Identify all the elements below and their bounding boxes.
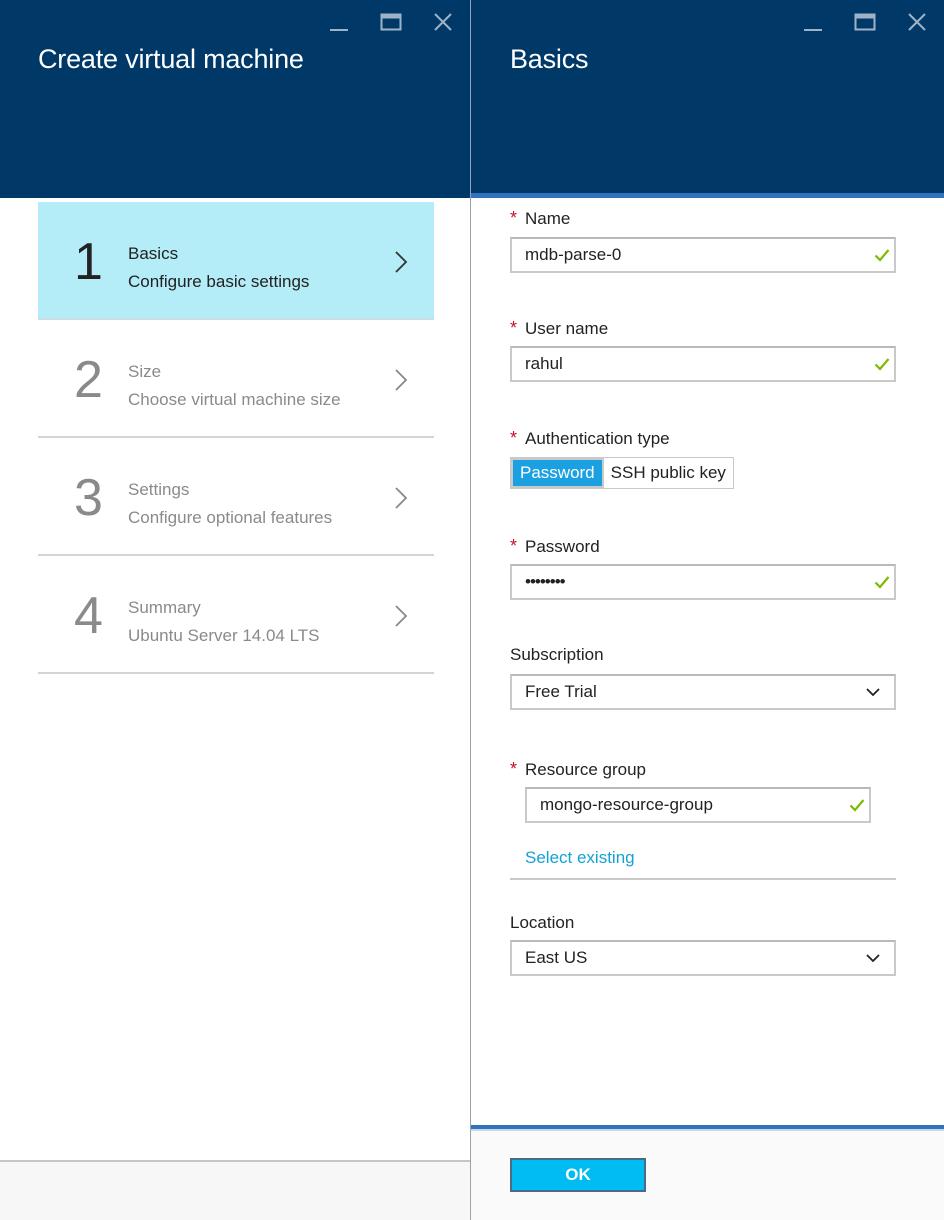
left-blade-header: Create virtual machine (0, 0, 470, 198)
required-marker: * (510, 536, 518, 556)
subscription-dropdown[interactable]: Free Trial (510, 674, 896, 710)
step-size[interactable]: 2 Size Choose virtual machine size (38, 320, 434, 438)
password-label: * Password (510, 536, 600, 557)
step-number: 4 (74, 587, 103, 645)
subscription-label: Subscription (510, 645, 604, 664)
basics-blade: Basics * Name mdb-parse-0 * User name rahu… (471, 0, 944, 1220)
step-settings[interactable]: 3 Settings Configure optional features (38, 438, 434, 556)
wizard-steps: 1 Basics Configure basic settings 2 Size… (38, 202, 434, 674)
location-label: Location (510, 913, 575, 932)
required-marker: * (510, 318, 518, 338)
step-summary[interactable]: 4 Summary Ubuntu Server 14.04 LTS (38, 556, 434, 674)
right-blade-title: Basics (510, 44, 589, 74)
step-number: 2 (74, 351, 103, 409)
auth-ssh-key-option[interactable]: SSH public key (603, 458, 733, 488)
name-input[interactable]: mdb-parse-0 (510, 237, 896, 273)
step-basics[interactable]: 1 Basics Configure basic settings (38, 202, 434, 320)
chevron-right-icon (395, 369, 408, 391)
step-title: Settings (128, 480, 190, 499)
required-marker: * (510, 208, 518, 228)
step-title: Size (128, 362, 162, 381)
ok-button[interactable]: OK (510, 1158, 646, 1192)
location-value: East US (525, 948, 588, 967)
user-name-label: * User name (510, 318, 608, 339)
user-name-input[interactable]: rahul (510, 346, 896, 382)
resource-group-value: mongo-resource-group (540, 795, 713, 814)
left-window-controls (324, 10, 458, 34)
resource-group-label-text: Resource group (525, 760, 646, 779)
user-name-label-text: User name (525, 319, 609, 338)
subscription-value: Free Trial (525, 682, 597, 701)
step-description: Choose virtual machine size (128, 390, 341, 409)
check-icon (849, 799, 865, 812)
step-number: 1 (74, 233, 103, 291)
resource-group-divider (510, 878, 896, 880)
check-icon (874, 576, 890, 589)
minimize-icon[interactable] (798, 10, 828, 34)
name-label: * Name (510, 208, 570, 229)
right-window-controls (798, 10, 932, 34)
name-label-text: Name (525, 209, 571, 228)
maximize-icon[interactable] (850, 10, 880, 34)
name-value: mdb-parse-0 (525, 245, 622, 264)
check-icon (874, 358, 890, 371)
chevron-right-icon (395, 605, 408, 627)
password-value: •••••••• (525, 572, 566, 591)
resource-group-input[interactable]: mongo-resource-group (525, 787, 871, 823)
header-accent-bar (471, 193, 944, 198)
step-description: Configure basic settings (128, 272, 310, 291)
auth-type-label-text: Authentication type (525, 429, 670, 448)
required-marker: * (510, 759, 518, 779)
step-title: Summary (128, 598, 201, 617)
required-marker: * (510, 428, 518, 448)
auth-password-option[interactable]: Password (511, 458, 604, 488)
check-icon (874, 249, 890, 262)
step-description: Configure optional features (128, 508, 333, 527)
step-number: 3 (74, 469, 103, 527)
left-blade-title: Create virtual machine (38, 44, 304, 74)
resource-group-label: * Resource group (510, 759, 646, 780)
chevron-right-icon (395, 251, 408, 273)
close-icon[interactable] (902, 10, 932, 34)
minimize-icon[interactable] (324, 10, 354, 34)
location-dropdown[interactable]: East US (510, 940, 896, 976)
right-blade-header: Basics (471, 0, 944, 198)
step-description: Ubuntu Server 14.04 LTS (128, 626, 320, 645)
auth-type-label: * Authentication type (510, 428, 670, 449)
auth-type-toggle: Password SSH public key (510, 457, 734, 489)
select-existing-link[interactable]: Select existing (525, 848, 635, 868)
create-vm-blade: Create virtual machine 1 Basics Configur… (0, 0, 470, 1220)
maximize-icon[interactable] (376, 10, 406, 34)
password-label-text: Password (525, 537, 600, 556)
password-input[interactable]: •••••••• (510, 564, 896, 600)
chevron-down-icon (866, 954, 880, 963)
chevron-down-icon (866, 688, 880, 697)
user-name-value: rahul (525, 354, 563, 373)
step-title: Basics (128, 244, 179, 263)
chevron-right-icon (395, 487, 408, 509)
left-blade-footer (0, 1162, 470, 1220)
close-icon[interactable] (428, 10, 458, 34)
